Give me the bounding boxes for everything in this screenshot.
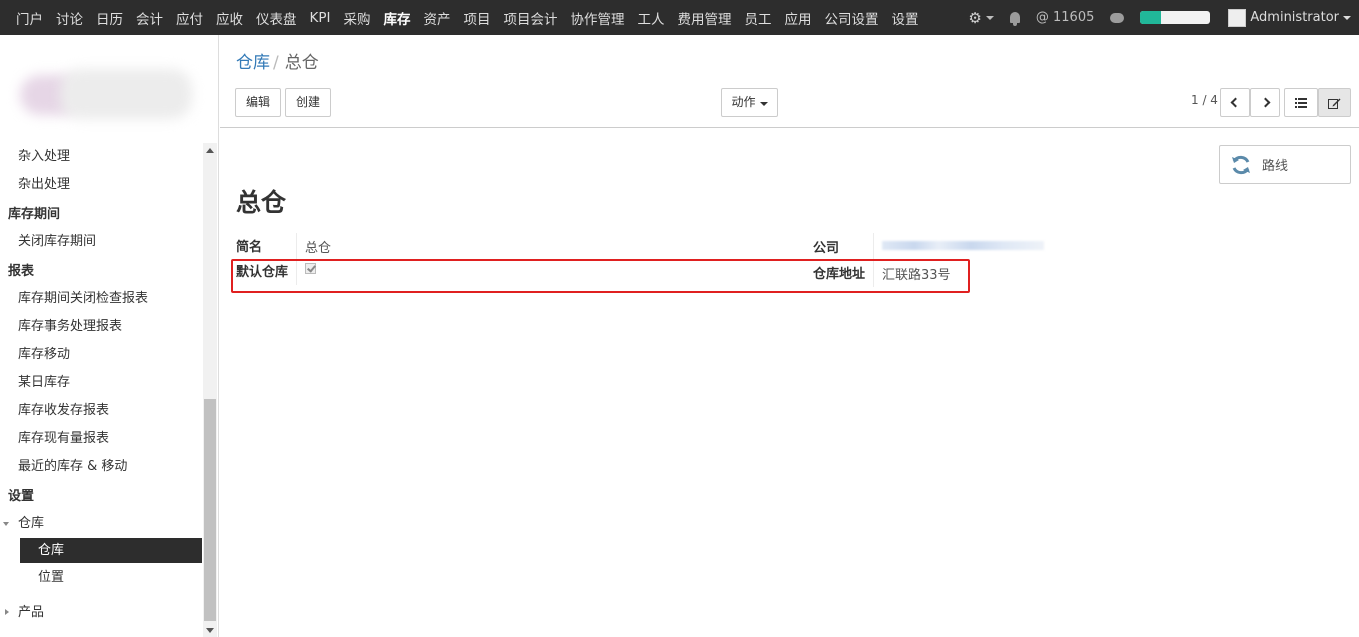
avatar bbox=[1228, 8, 1247, 27]
main-content: 仓库 / 总仓 编辑 创建 动作 1 / 4 路线 总仓 简名 总仓 公司 默认… bbox=[220, 35, 1359, 637]
chevron-down-icon bbox=[1343, 15, 1351, 20]
topnav-item-7[interactable]: KPI bbox=[310, 10, 331, 26]
chevron-down-icon bbox=[759, 102, 768, 106]
field-divider bbox=[296, 233, 297, 259]
pager-value: 1 / 4 bbox=[1191, 93, 1218, 107]
breadcrumb-separator: / bbox=[273, 53, 279, 73]
sidebar-item-report-3[interactable]: 库存移动 bbox=[0, 341, 203, 369]
main-menu: 门户 讨论 日历 会计 应付 应收 仪表盘 KPI 采购 库存 资产 项目 项目会计 协作管理 工人 费用管理… bbox=[16, 0, 931, 35]
notifications-button[interactable] bbox=[1009, 12, 1020, 26]
edit-icon bbox=[1328, 98, 1341, 109]
company-logo[interactable] bbox=[20, 53, 196, 133]
topnav-item-10[interactable]: 资产 bbox=[423, 8, 450, 28]
highlight-box bbox=[231, 259, 970, 293]
user-menu[interactable]: Administrator bbox=[1228, 8, 1351, 27]
topnav-item-9[interactable]: 库存 bbox=[383, 8, 410, 28]
company-value-blurred bbox=[882, 241, 1044, 250]
record-title: 总仓 bbox=[236, 188, 287, 217]
chat-icon bbox=[1110, 12, 1125, 23]
breadcrumb: 仓库 / 总仓 bbox=[236, 48, 319, 73]
chevron-down-icon bbox=[985, 15, 994, 20]
scroll-down-icon[interactable] bbox=[206, 628, 214, 633]
topnav-item-15[interactable]: 费用管理 bbox=[677, 8, 731, 28]
action-dropdown[interactable]: 动作 bbox=[721, 88, 778, 117]
sidebar-item-report-2[interactable]: 库存事务处理报表 bbox=[0, 313, 203, 341]
field-divider bbox=[873, 233, 874, 259]
settings-dropdown[interactable]: ⚙ bbox=[968, 8, 994, 27]
chat-button[interactable] bbox=[1110, 12, 1125, 23]
topnav-item-0[interactable]: 门户 bbox=[16, 8, 43, 28]
routes-button[interactable]: 路线 bbox=[1219, 145, 1351, 184]
sidebar-item-report-5[interactable]: 库存收发存报表 bbox=[0, 397, 203, 425]
sidebar-menu: 杂入处理 杂出处理 库存期间 关闭库存期间 报表 库存期间关闭检查报表 库存事务… bbox=[0, 143, 203, 627]
topnav-item-18[interactable]: 公司设置 bbox=[824, 8, 878, 28]
sidebar: 杂入处理 杂出处理 库存期间 关闭库存期间 报表 库存期间关闭检查报表 库存事务… bbox=[0, 35, 219, 637]
systray: ⚙ @ 11605 Administrator bbox=[968, 0, 1359, 35]
sidebar-item-misc-out[interactable]: 杂出处理 bbox=[0, 171, 203, 199]
create-button[interactable]: 创建 bbox=[285, 88, 331, 117]
form-view-button[interactable] bbox=[1318, 88, 1351, 117]
topnav-item-11[interactable]: 项目 bbox=[463, 8, 490, 28]
topnav-item-16[interactable]: 员工 bbox=[744, 8, 771, 28]
sidebar-item-report-1[interactable]: 库存期间关闭检查报表 bbox=[0, 285, 203, 313]
sidebar-section-period: 库存期间 bbox=[8, 207, 61, 222]
sidebar-section-reports: 报表 bbox=[8, 264, 35, 279]
breadcrumb-root[interactable]: 仓库 bbox=[236, 53, 270, 73]
sidebar-item-product-group[interactable]: 产品 bbox=[0, 599, 203, 627]
top-navbar: 门户 讨论 日历 会计 应付 应收 仪表盘 KPI 采购 库存 资产 项目 项目会计 协作管理 工人 费用管理… bbox=[0, 0, 1359, 35]
topnav-item-19[interactable]: 设置 bbox=[891, 8, 918, 28]
routes-label: 路线 bbox=[1262, 159, 1289, 174]
list-icon bbox=[1295, 98, 1307, 108]
user-name: Administrator bbox=[1250, 10, 1339, 25]
control-panel-divider bbox=[220, 127, 1359, 128]
sidebar-item-report-7[interactable]: 最近的库存 & 移动 bbox=[0, 453, 203, 481]
pager-previous-button[interactable] bbox=[1220, 88, 1250, 117]
topnav-item-13[interactable]: 协作管理 bbox=[570, 8, 624, 28]
topnav-item-1[interactable]: 讨论 bbox=[56, 8, 83, 28]
topnav-item-12[interactable]: 项目会计 bbox=[503, 8, 557, 28]
scroll-up-icon[interactable] bbox=[206, 148, 214, 153]
breadcrumb-current: 总仓 bbox=[284, 53, 319, 73]
topnav-item-17[interactable]: 应用 bbox=[784, 8, 811, 28]
topnav-item-4[interactable]: 应付 bbox=[176, 8, 203, 28]
scroll-thumb[interactable] bbox=[204, 399, 216, 621]
list-view-button[interactable] bbox=[1284, 88, 1318, 117]
gear-icon: ⚙ bbox=[968, 8, 982, 27]
topnav-item-14[interactable]: 工人 bbox=[637, 8, 664, 28]
topnav-item-8[interactable]: 采购 bbox=[343, 8, 370, 28]
chevron-right-icon bbox=[1260, 97, 1270, 108]
sidebar-item-misc-in[interactable]: 杂入处理 bbox=[0, 143, 203, 171]
topnav-item-2[interactable]: 日历 bbox=[96, 8, 123, 28]
edit-button[interactable]: 编辑 bbox=[235, 88, 281, 117]
short-name-value: 总仓 bbox=[305, 241, 332, 256]
topnav-item-5[interactable]: 应收 bbox=[216, 8, 243, 28]
topnav-item-3[interactable]: 会计 bbox=[136, 8, 163, 28]
pager-next-button[interactable] bbox=[1250, 88, 1280, 117]
sidebar-item-warehouse[interactable]: 仓库 bbox=[20, 538, 202, 563]
sidebar-item-location[interactable]: 位置 bbox=[0, 564, 203, 592]
sidebar-scrollbar[interactable] bbox=[203, 143, 217, 637]
sidebar-item-report-4[interactable]: 某日库存 bbox=[0, 369, 203, 397]
progress-fill bbox=[1140, 11, 1162, 24]
mentions-counter[interactable]: @ 11605 bbox=[1036, 10, 1095, 25]
sidebar-item-warehouse-group[interactable]: 仓库 bbox=[0, 510, 203, 538]
topnav-item-6[interactable]: 仪表盘 bbox=[256, 8, 297, 28]
caret-down-icon bbox=[3, 522, 9, 526]
caret-right-icon bbox=[5, 609, 9, 615]
bell-icon bbox=[1009, 12, 1020, 26]
chevron-left-icon bbox=[1230, 97, 1240, 108]
company-label: 公司 bbox=[813, 241, 840, 256]
progress-bar bbox=[1140, 11, 1211, 24]
sidebar-section-settings: 设置 bbox=[8, 489, 35, 504]
sidebar-item-report-6[interactable]: 库存现有量报表 bbox=[0, 425, 203, 453]
sidebar-item-close-period[interactable]: 关闭库存期间 bbox=[0, 228, 203, 256]
refresh-icon bbox=[1232, 155, 1250, 174]
short-name-label: 简名 bbox=[236, 240, 263, 255]
